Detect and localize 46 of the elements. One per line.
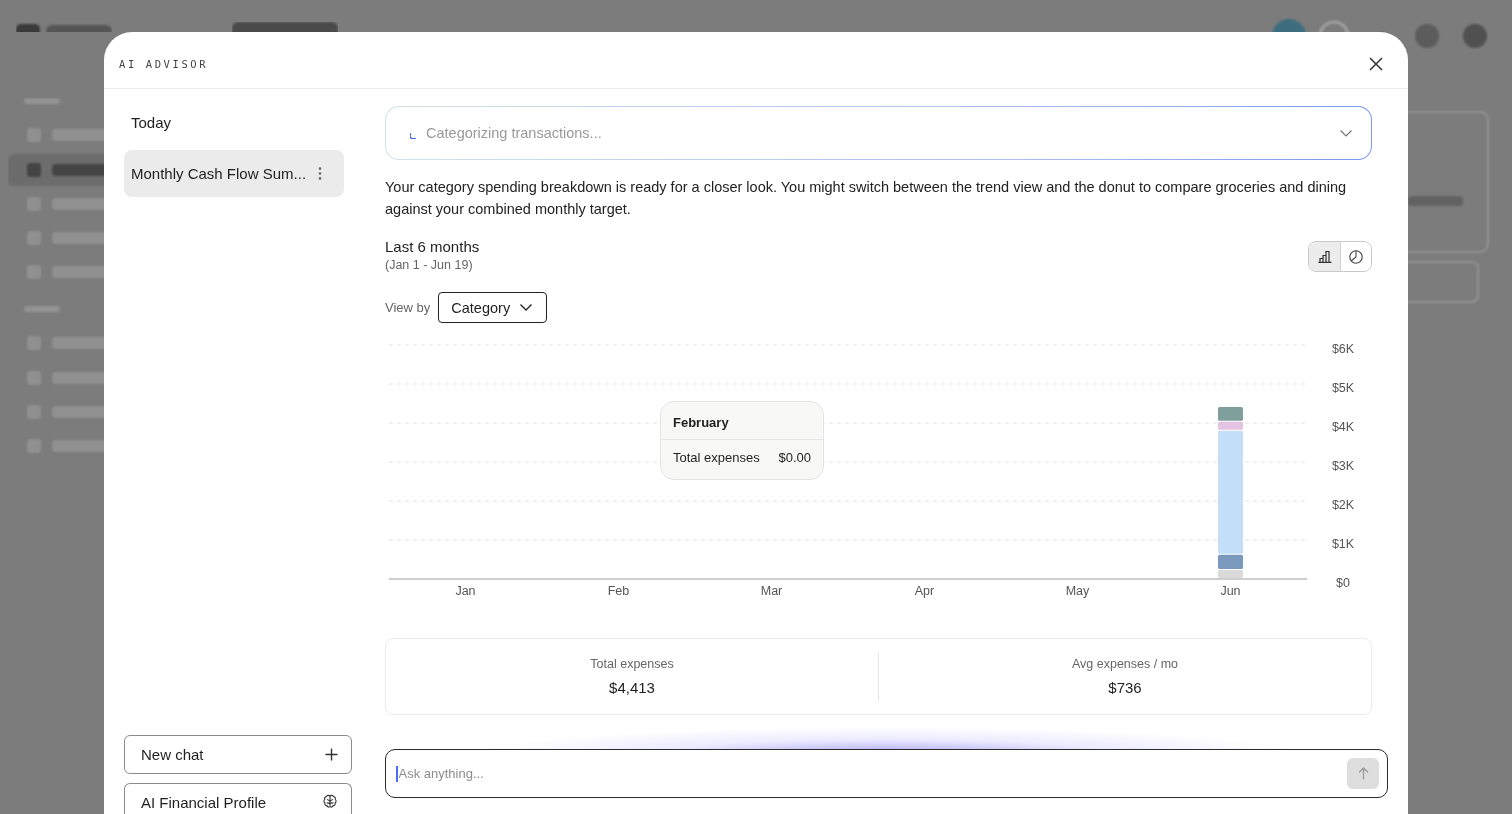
date-range: (Jan 1 - Jun 19): [385, 257, 474, 274]
chevron-down-icon: [1340, 129, 1352, 137]
chat-item[interactable]: Monthly Cash Flow Sum...: [124, 150, 344, 197]
new-chat-button[interactable]: New chat: [124, 735, 352, 774]
axis-tick-label: $5K: [1331, 381, 1355, 396]
axis-label: Jan: [455, 584, 476, 599]
assistant-message: Your category spending breakdown is ready for a closer look. You might switch between the trend view and the donut to compare groceries and dining against your combined monthly target.: [385, 178, 1348, 219]
axis-label: Feb: [607, 584, 630, 599]
arrow-up-icon: [1357, 767, 1369, 780]
section-label: Today: [130, 113, 173, 133]
brain-icon: [322, 794, 338, 809]
dialog-title: AI ADVISOR: [119, 58, 209, 70]
axis-tick-label: $3K: [1331, 459, 1355, 474]
view-by-label: View by: [385, 300, 431, 315]
ask-input-field[interactable]: Ask anything...: [397, 756, 1339, 791]
stat-label: Total expenses: [590, 656, 674, 672]
axis-label: Jun: [1220, 584, 1241, 599]
bar-view-button[interactable]: [1309, 242, 1340, 271]
pie-chart-icon: [1349, 249, 1363, 264]
axis-tick-label: $4K: [1331, 420, 1355, 435]
view-by-dropdown[interactable]: Category: [438, 292, 548, 323]
stat-value: $736: [1108, 679, 1142, 697]
close-icon: [1369, 57, 1383, 71]
plus-icon: [325, 748, 338, 761]
axis-tick-label: $0: [1336, 576, 1350, 591]
axis-tick-label: $6K: [1331, 342, 1355, 357]
tooltip-label: Total expenses: [673, 450, 760, 465]
stat-value: $4,413: [609, 679, 655, 697]
stat-label: Avg expenses / mo: [1071, 656, 1179, 672]
spinner-icon: [410, 131, 417, 139]
chat-input-box[interactable]: Ask anything...: [385, 749, 1388, 798]
tooltip-title: February: [661, 402, 823, 440]
profile-button[interactable]: AI Financial Profile: [124, 783, 352, 814]
chart-title: Last 6 months: [385, 238, 480, 256]
chevron-down-icon: [520, 304, 533, 311]
axis-label: Mar: [760, 584, 783, 599]
bar-chart-icon: [1317, 250, 1332, 263]
close-button[interactable]: [1369, 57, 1383, 71]
axis-tick-label: $2K: [1331, 498, 1355, 513]
axis-label: May: [1065, 584, 1090, 599]
axis-label: Apr: [914, 584, 935, 599]
bar-segment[interactable]: [1218, 554, 1243, 570]
more-icon[interactable]: [318, 167, 322, 180]
axis-tick-label: $1K: [1331, 537, 1355, 552]
tooltip-value: $0.00: [778, 450, 811, 465]
donut-view-button[interactable]: [1340, 242, 1371, 271]
